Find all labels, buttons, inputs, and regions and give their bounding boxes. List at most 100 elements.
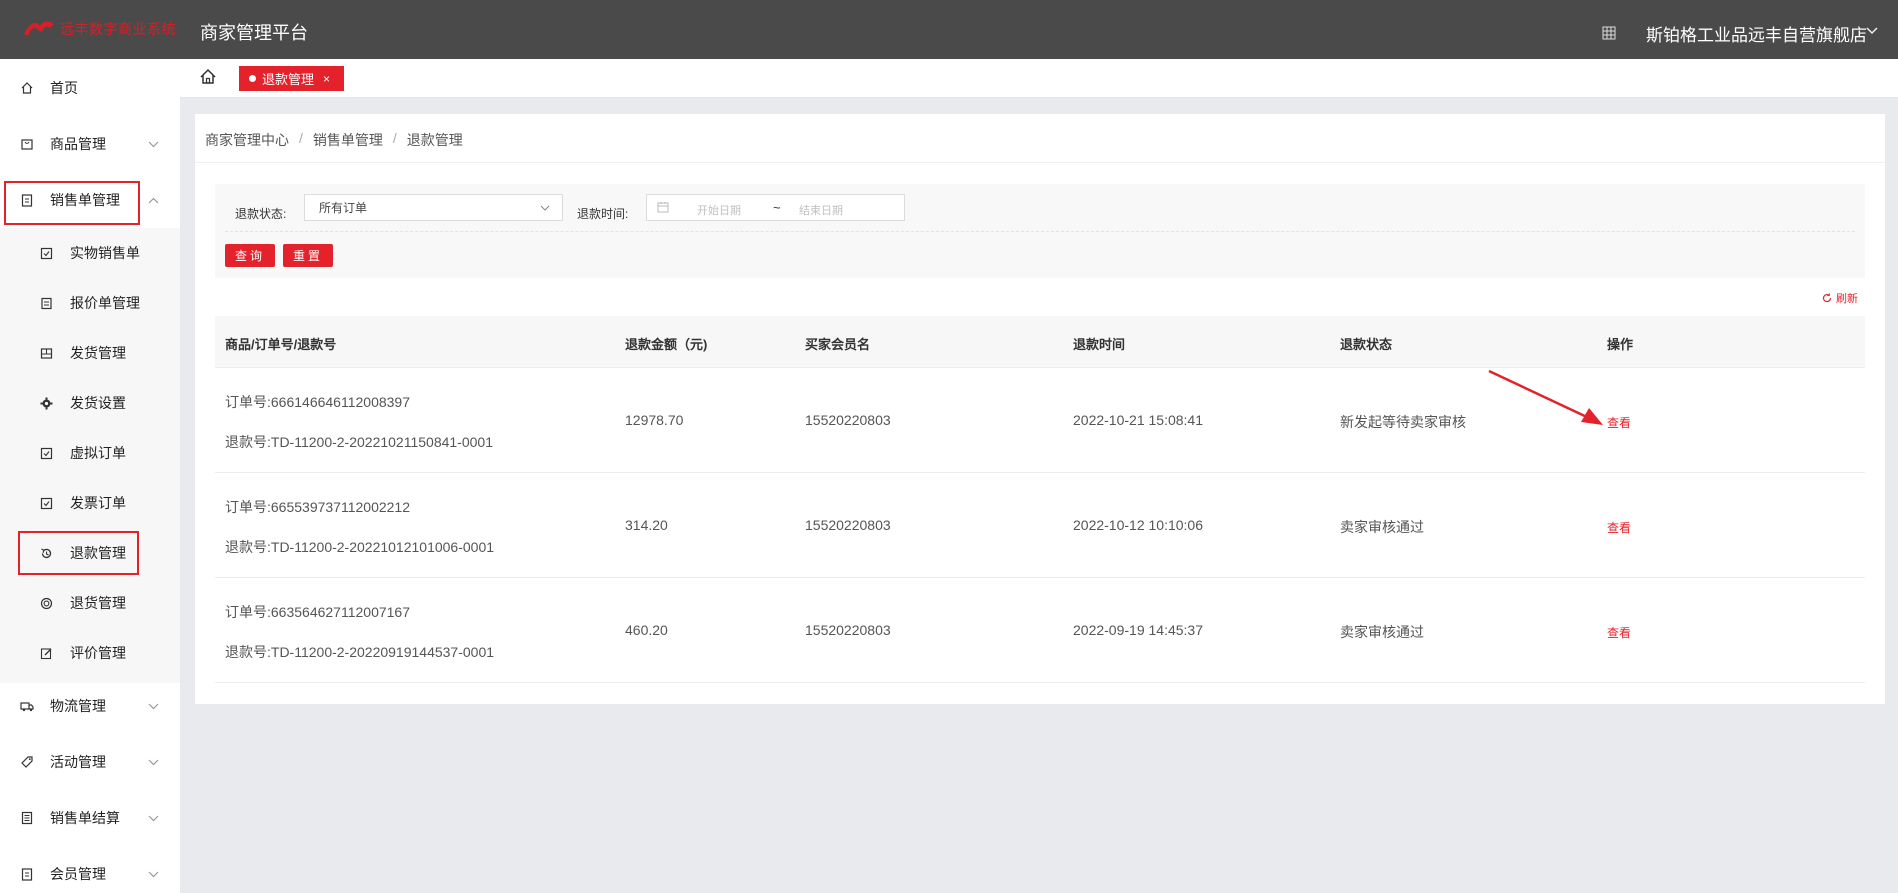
breadcrumb-item[interactable]: 销售单管理 <box>313 130 383 150</box>
column-header: 买家会员名 <box>805 337 871 352</box>
table-row: 订单号:663564627112007167 退款号:TD-11200-2-20… <box>215 578 1865 683</box>
table-header: 商品/订单号/退款号 退款金额（元) 买家会员名 退款时间 退款状态 操作 <box>215 316 1865 368</box>
view-link[interactable]: 查看 <box>1607 414 1631 431</box>
platform-title: 商家管理平台 <box>200 23 308 43</box>
sidebar: 首页 商品管理 销售单管理 实物销售单 报价单管理 发货管理 发货设置 虚拟订单… <box>0 59 180 893</box>
refund-number: 退款号:TD-11200-2-20221021150841-0001 <box>225 434 493 450</box>
divider <box>195 162 1885 163</box>
active-dot-icon <box>249 75 256 82</box>
calendar-icon <box>657 202 669 213</box>
chevron-down-icon <box>148 703 159 709</box>
tabs-bar: 退款管理 × <box>180 59 1898 98</box>
refund-date-range[interactable]: 开始日期 ~ 结束日期 <box>646 194 905 221</box>
sidebar-item-sales-orders[interactable]: 销售单管理 <box>0 180 180 220</box>
buyer-name: 15520220803 <box>805 412 891 428</box>
view-link[interactable]: 查看 <box>1607 519 1631 536</box>
sidebar-subitem-label: 实物销售单 <box>70 245 140 261</box>
sidebar-subitem-shipping-settings[interactable]: 发货设置 <box>0 383 180 423</box>
sidebar-subitem-virtual-orders[interactable]: 虚拟订单 <box>0 433 180 473</box>
filter-area: 退款状态: 所有订单 退款时间: 开始日期 ~ 结束日期 查询 重置 <box>215 184 1865 278</box>
box-icon <box>40 347 53 359</box>
end-date-input[interactable]: 结束日期 <box>799 202 843 218</box>
sidebar-subitem-returns[interactable]: 退货管理 <box>0 583 180 623</box>
clipboard-icon <box>21 194 33 207</box>
sidebar-subitem-label: 报价单管理 <box>70 295 140 311</box>
sidebar-item-label: 活动管理 <box>50 754 106 770</box>
refund-amount: 314.20 <box>625 517 668 533</box>
column-header: 商品/订单号/退款号 <box>225 337 337 352</box>
sidebar-subitem-physical-orders[interactable]: 实物销售单 <box>0 233 180 273</box>
refund-time-label: 退款时间: <box>577 207 629 221</box>
close-icon[interactable]: × <box>323 72 330 86</box>
chevron-down-icon[interactable] <box>1866 27 1878 35</box>
home-icon[interactable] <box>198 67 218 87</box>
sidebar-item-activities[interactable]: 活动管理 <box>0 742 180 782</box>
gear-icon <box>40 397 53 409</box>
order-number: 订单号:663564627112007167 <box>225 604 411 620</box>
sidebar-item-members[interactable]: 会员管理 <box>0 854 180 893</box>
reset-button[interactable]: 重置 <box>283 244 333 267</box>
sidebar-item-home[interactable]: 首页 <box>0 68 180 108</box>
refund-icon <box>41 547 52 558</box>
refund-status-select[interactable]: 所有订单 <box>304 194 563 221</box>
return-icon <box>40 597 53 609</box>
range-separator: ~ <box>773 200 781 215</box>
sidebar-subitem-quotes[interactable]: 报价单管理 <box>0 283 180 323</box>
chevron-down-icon <box>148 141 159 147</box>
grid-icon[interactable] <box>1602 26 1616 40</box>
chevron-down-icon <box>540 205 550 211</box>
sidebar-subitem-label: 发票订单 <box>70 495 126 511</box>
edit-icon <box>40 647 52 659</box>
refresh-button[interactable]: 刷新 <box>1822 290 1858 306</box>
refund-amount: 12978.70 <box>625 412 684 428</box>
breadcrumb-current: 退款管理 <box>406 132 463 148</box>
sidebar-subitem-reviews[interactable]: 评价管理 <box>0 633 180 673</box>
sidebar-subitem-label: 发货设置 <box>70 395 126 411</box>
sidebar-item-logistics[interactable]: 物流管理 <box>0 686 180 726</box>
brand-logo[interactable]: 远丰数字商业系统 <box>22 15 176 43</box>
sidebar-item-label: 销售单结算 <box>50 810 120 826</box>
sidebar-subitem-label: 退款管理 <box>70 545 126 561</box>
sidebar-subitem-label: 退货管理 <box>70 595 126 611</box>
order-number: 订单号:666146646112008397 <box>225 394 411 410</box>
refund-status-value: 所有订单 <box>319 201 368 215</box>
list-doc-icon <box>41 297 52 309</box>
tab-label: 退款管理 <box>262 72 315 87</box>
breadcrumb-item[interactable]: 商家管理中心 <box>205 130 289 150</box>
buyer-name: 15520220803 <box>805 517 891 533</box>
order-number: 订单号:665539737112002212 <box>225 499 411 515</box>
breadcrumb-separator: / <box>299 130 303 146</box>
sidebar-item-goods[interactable]: 商品管理 <box>0 124 180 164</box>
breadcrumb-separator: / <box>392 130 397 146</box>
top-header: 远丰数字商业系统 商家管理平台 斯铂格工业品远丰自营旗舰店 <box>0 0 1898 59</box>
refund-number: 退款号:TD-11200-2-20221012101006-0001 <box>225 539 495 555</box>
refund-status: 卖家审核通过 <box>1340 624 1424 640</box>
sidebar-subitem-shipping[interactable]: 发货管理 <box>0 333 180 373</box>
start-date-input[interactable]: 开始日期 <box>697 202 741 218</box>
goods-icon <box>21 139 33 150</box>
query-button[interactable]: 查询 <box>225 244 275 267</box>
buyer-name: 15520220803 <box>805 622 891 638</box>
tab-refund-management[interactable]: 退款管理 × <box>239 66 345 91</box>
sidebar-item-settlement[interactable]: 销售单结算 <box>0 798 180 838</box>
member-icon <box>21 868 33 881</box>
table-row: 订单号:666146646112008397 退款号:TD-11200-2-20… <box>215 368 1865 473</box>
breadcrumb: 商家管理中心 / 销售单管理 / 退款管理 <box>205 130 463 150</box>
chevron-down-icon <box>148 815 159 821</box>
view-link[interactable]: 查看 <box>1607 624 1631 641</box>
sidebar-item-label: 首页 <box>50 80 78 96</box>
dashed-divider <box>225 231 1855 232</box>
refresh-icon <box>1822 293 1832 303</box>
column-header: 退款金额（元) <box>625 337 708 352</box>
refund-number: 退款号:TD-11200-2-20220919144537-0001 <box>225 644 495 660</box>
table-row: 订单号:665539737112002212 退款号:TD-11200-2-20… <box>215 473 1865 578</box>
sidebar-item-label: 会员管理 <box>50 866 106 882</box>
refresh-label: 刷新 <box>1836 293 1858 305</box>
shop-name[interactable]: 斯铂格工业品远丰自营旗舰店 <box>1646 21 1867 46</box>
ledger-icon <box>21 811 33 825</box>
chevron-down-icon <box>148 871 159 877</box>
main-panel: 商家管理中心 / 销售单管理 / 退款管理 退款状态: 所有订单 退款时间: 开… <box>195 114 1885 704</box>
sidebar-subitem-refunds[interactable]: 退款管理 <box>0 533 180 573</box>
column-header: 操作 <box>1607 337 1634 352</box>
sidebar-subitem-invoice-orders[interactable]: 发票订单 <box>0 483 180 523</box>
